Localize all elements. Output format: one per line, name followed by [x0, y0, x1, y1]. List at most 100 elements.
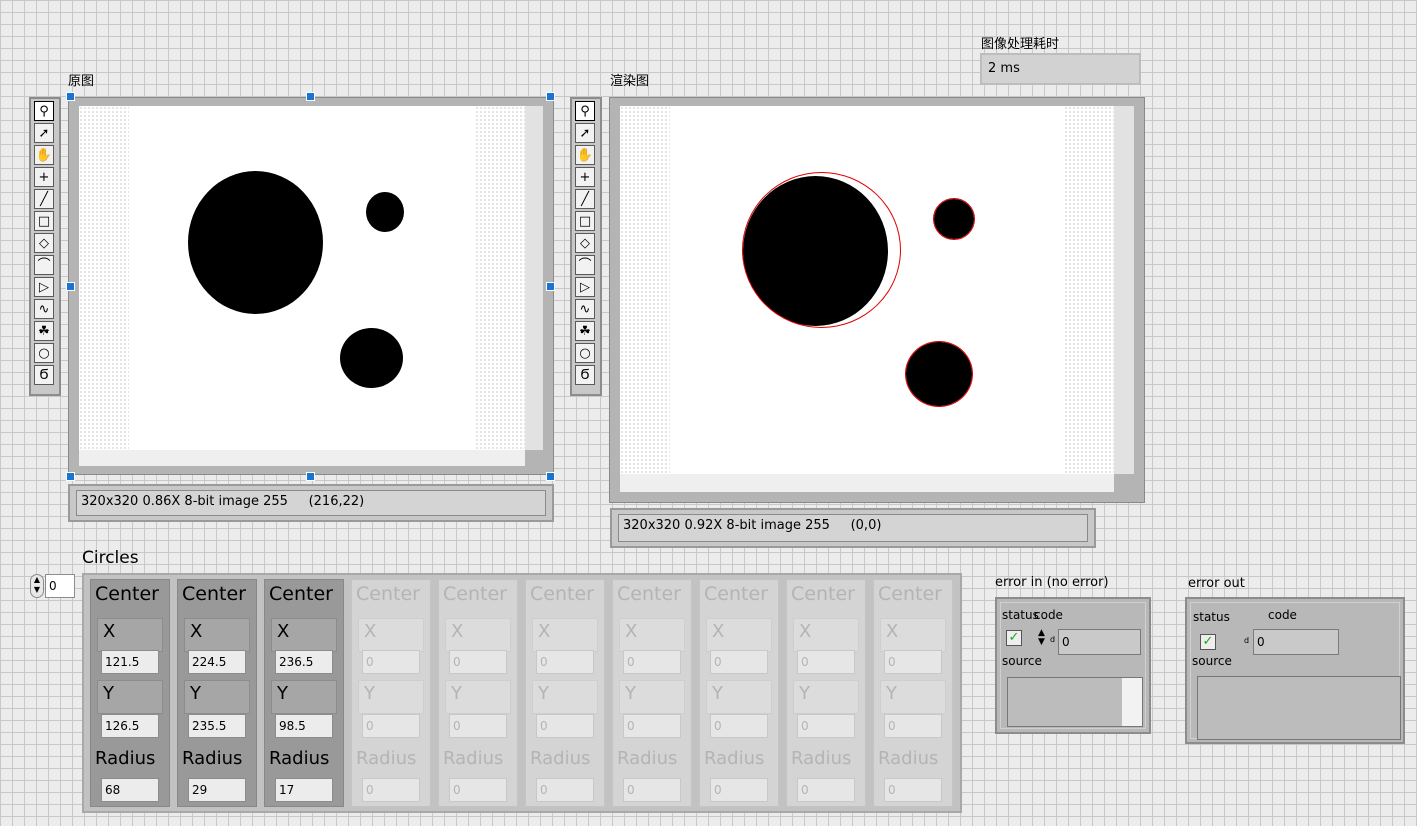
x-field-box: X — [445, 618, 511, 652]
x-label: X — [103, 621, 116, 642]
freehand-region-icon[interactable]: ☘ — [34, 321, 54, 341]
line-icon[interactable]: ╱ — [575, 189, 595, 209]
rendered-image-display[interactable] — [609, 97, 1145, 503]
zoom-icon[interactable]: ⚲ — [575, 101, 595, 121]
y-value[interactable]: 0 — [449, 714, 507, 738]
rotated-rect-icon[interactable]: ◇ — [34, 233, 54, 253]
radius-value[interactable]: 0 — [536, 778, 594, 802]
y-field-box: Y — [271, 680, 337, 714]
x-value[interactable]: 0 — [623, 650, 681, 674]
radius-value[interactable]: 0 — [362, 778, 420, 802]
annulus-icon[interactable]: ⌒ — [575, 255, 595, 275]
y-label: Y — [190, 683, 201, 704]
x-label: X — [190, 621, 203, 642]
radius-value[interactable]: 0 — [884, 778, 942, 802]
y-label: Y — [451, 683, 462, 704]
arrow-icon[interactable]: ➚ — [575, 123, 595, 143]
annulus-icon[interactable]: ⌒ — [34, 255, 54, 275]
radius-value[interactable]: 29 — [188, 778, 246, 802]
error-out-code-label: code — [1268, 608, 1297, 622]
rectangle-icon[interactable]: □ — [575, 211, 595, 231]
x-value[interactable]: 0 — [362, 650, 420, 674]
index-spinner-icon[interactable]: ▲ ▼ — [30, 574, 44, 598]
resize-handle[interactable] — [66, 92, 75, 101]
code-spinner-icon[interactable]: ▲ ▼ — [1038, 629, 1045, 647]
polygon-icon[interactable]: ▷ — [575, 277, 595, 297]
y-value[interactable]: 0 — [884, 714, 942, 738]
y-value[interactable]: 126.5 — [101, 714, 159, 738]
x-value[interactable]: 0 — [449, 650, 507, 674]
x-value[interactable]: 0 — [536, 650, 594, 674]
radius-value[interactable]: 0 — [623, 778, 681, 802]
x-field-box: X — [532, 618, 598, 652]
resize-handle[interactable] — [306, 472, 315, 481]
original-image-display[interactable] — [68, 97, 554, 475]
x-label: X — [451, 621, 464, 642]
x-value[interactable]: 0 — [884, 650, 942, 674]
y-value[interactable]: 98.5 — [275, 714, 333, 738]
array-index-value[interactable]: 0 — [45, 574, 75, 598]
original-image-canvas[interactable] — [79, 106, 525, 450]
rendered-image-canvas[interactable] — [620, 106, 1114, 474]
error-out-label: error out — [1188, 576, 1245, 591]
circle-cluster: Center X 0 Y 0 Radius 0 — [699, 579, 779, 807]
freehand-icon[interactable]: ∿ — [34, 299, 54, 319]
original-info-bar: 320x320 0.86X 8-bit image 255 (216,22) — [68, 484, 554, 522]
error-out-status-label: status — [1193, 610, 1230, 624]
oval-icon[interactable]: ○ — [575, 343, 595, 363]
broken-annulus-icon[interactable]: Ϭ — [34, 365, 54, 385]
pan-hand-icon[interactable]: ✋ — [34, 145, 54, 165]
original-horizontal-scrollbar[interactable] — [79, 450, 525, 466]
y-field-box: Y — [619, 680, 685, 714]
y-value[interactable]: 235.5 — [188, 714, 246, 738]
resize-handle[interactable] — [546, 92, 555, 101]
rendered-horizontal-scrollbar[interactable] — [620, 474, 1114, 492]
original-vertical-scrollbar[interactable] — [525, 106, 543, 450]
y-value[interactable]: 0 — [710, 714, 768, 738]
center-label: Center — [878, 583, 942, 605]
center-label: Center — [530, 583, 594, 605]
y-value[interactable]: 0 — [362, 714, 420, 738]
rendered-vertical-scrollbar[interactable] — [1114, 106, 1134, 474]
circle-cluster: Center X 0 Y 0 Radius 0 — [612, 579, 692, 807]
rotated-rect-icon[interactable]: ◇ — [575, 233, 595, 253]
freehand-region-icon[interactable]: ☘ — [575, 321, 595, 341]
resize-handle[interactable] — [306, 92, 315, 101]
y-value[interactable]: 0 — [797, 714, 855, 738]
radius-value[interactable]: 0 — [710, 778, 768, 802]
crosshair-icon[interactable]: + — [575, 167, 595, 187]
line-icon[interactable]: ╱ — [34, 189, 54, 209]
x-value[interactable]: 0 — [710, 650, 768, 674]
error-in-source-field[interactable] — [1007, 677, 1143, 727]
x-value[interactable]: 224.5 — [188, 650, 246, 674]
rendered-tool-palette: ⚲ ➚ ✋ + ╱ □ ◇ ⌒ ▷ ∿ ☘ ○ Ϭ — [570, 97, 602, 396]
x-value[interactable]: 0 — [797, 650, 855, 674]
resize-handle[interactable] — [546, 472, 555, 481]
rectangle-icon[interactable]: □ — [34, 211, 54, 231]
resize-handle[interactable] — [66, 282, 75, 291]
arrow-icon[interactable]: ➚ — [34, 123, 54, 143]
oval-icon[interactable]: ○ — [34, 343, 54, 363]
status-check-icon[interactable]: ✓ — [1006, 630, 1022, 646]
broken-annulus-icon[interactable]: Ϭ — [575, 365, 595, 385]
zoom-icon[interactable]: ⚲ — [34, 101, 54, 121]
array-index-control[interactable]: ▲ ▼ 0 — [30, 574, 76, 598]
freehand-icon[interactable]: ∿ — [575, 299, 595, 319]
y-value[interactable]: 0 — [536, 714, 594, 738]
x-value[interactable]: 121.5 — [101, 650, 159, 674]
resize-handle[interactable] — [546, 282, 555, 291]
x-value[interactable]: 236.5 — [275, 650, 333, 674]
detected-circle-overlay — [742, 172, 901, 328]
crosshair-icon[interactable]: + — [34, 167, 54, 187]
radius-value[interactable]: 0 — [449, 778, 507, 802]
resize-handle[interactable] — [66, 472, 75, 481]
error-in-code-field[interactable]: 0 — [1058, 629, 1141, 655]
pan-hand-icon[interactable]: ✋ — [575, 145, 595, 165]
radius-value[interactable]: 0 — [797, 778, 855, 802]
polygon-icon[interactable]: ▷ — [34, 277, 54, 297]
radius-value[interactable]: 17 — [275, 778, 333, 802]
y-value[interactable]: 0 — [623, 714, 681, 738]
y-label: Y — [799, 683, 810, 704]
radius-value[interactable]: 68 — [101, 778, 159, 802]
source-scrollbar[interactable] — [1122, 678, 1142, 726]
